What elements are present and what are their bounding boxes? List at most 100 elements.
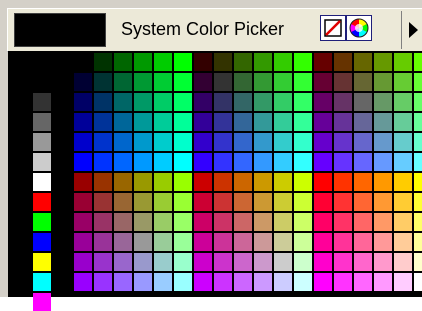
palette-swatch[interactable] — [154, 133, 172, 151]
palette-swatch[interactable] — [254, 113, 272, 131]
palette-swatch[interactable] — [394, 233, 412, 251]
palette-swatch[interactable] — [134, 273, 152, 291]
palette-swatch[interactable] — [354, 213, 372, 231]
palette-swatch[interactable] — [274, 213, 292, 231]
palette-swatch[interactable] — [174, 233, 192, 251]
palette-swatch[interactable] — [154, 173, 172, 191]
palette-swatch[interactable] — [254, 273, 272, 291]
palette-swatch[interactable] — [94, 213, 112, 231]
palette-swatch[interactable] — [74, 53, 92, 71]
system-swatch[interactable] — [33, 293, 51, 311]
palette-swatch[interactable] — [214, 193, 232, 211]
palette-swatch[interactable] — [214, 273, 232, 291]
system-swatch[interactable] — [33, 113, 51, 131]
palette-swatch[interactable] — [294, 233, 312, 251]
palette-swatch[interactable] — [94, 53, 112, 71]
palette-swatch[interactable] — [74, 193, 92, 211]
palette-swatch[interactable] — [74, 93, 92, 111]
palette-swatch[interactable] — [274, 193, 292, 211]
palette-swatch[interactable] — [254, 193, 272, 211]
palette-swatch[interactable] — [314, 153, 332, 171]
palette-swatch[interactable] — [134, 213, 152, 231]
palette-swatch[interactable] — [414, 193, 422, 211]
palette-swatch[interactable] — [194, 133, 212, 151]
palette-swatch[interactable] — [314, 213, 332, 231]
palette-swatch[interactable] — [74, 253, 92, 271]
palette-swatch[interactable] — [294, 113, 312, 131]
system-swatch[interactable] — [33, 193, 51, 211]
palette-swatch[interactable] — [414, 93, 422, 111]
palette-swatch[interactable] — [414, 233, 422, 251]
palette-swatch[interactable] — [234, 193, 252, 211]
palette-swatch[interactable] — [274, 253, 292, 271]
palette-swatch[interactable] — [414, 133, 422, 151]
palette-swatch[interactable] — [274, 53, 292, 71]
palette-swatch[interactable] — [374, 273, 392, 291]
palette-swatch[interactable] — [374, 153, 392, 171]
palette-swatch[interactable] — [274, 153, 292, 171]
palette-swatch[interactable] — [334, 173, 352, 191]
palette-swatch[interactable] — [374, 213, 392, 231]
palette-swatch[interactable] — [314, 273, 332, 291]
palette-swatch[interactable] — [214, 213, 232, 231]
palette-swatch[interactable] — [414, 113, 422, 131]
palette-swatch[interactable] — [274, 93, 292, 111]
palette-swatch[interactable] — [154, 193, 172, 211]
palette-swatch[interactable] — [254, 153, 272, 171]
palette-swatch[interactable] — [74, 213, 92, 231]
palette-swatch[interactable] — [314, 93, 332, 111]
palette-swatch[interactable] — [134, 253, 152, 271]
palette-swatch[interactable] — [294, 73, 312, 91]
palette-swatch[interactable] — [314, 133, 332, 151]
palette-swatch[interactable] — [314, 173, 332, 191]
palette-swatch[interactable] — [214, 93, 232, 111]
palette-swatch[interactable] — [274, 73, 292, 91]
palette-swatch[interactable] — [134, 133, 152, 151]
palette-swatch[interactable] — [414, 153, 422, 171]
palette-swatch[interactable] — [334, 213, 352, 231]
palette-swatch[interactable] — [194, 273, 212, 291]
palette-swatch[interactable] — [214, 73, 232, 91]
palette-swatch[interactable] — [334, 53, 352, 71]
palette-swatch[interactable] — [354, 273, 372, 291]
palette-swatch[interactable] — [354, 253, 372, 271]
palette-swatch[interactable] — [354, 233, 372, 251]
palette-swatch[interactable] — [174, 273, 192, 291]
palette-swatch[interactable] — [294, 273, 312, 291]
palette-swatch[interactable] — [414, 173, 422, 191]
palette-swatch[interactable] — [374, 133, 392, 151]
palette-swatch[interactable] — [114, 233, 132, 251]
system-swatch[interactable] — [33, 73, 51, 91]
palette-swatch[interactable] — [334, 73, 352, 91]
palette-swatch[interactable] — [114, 93, 132, 111]
palette-swatch[interactable] — [394, 153, 412, 171]
palette-swatch[interactable] — [414, 273, 422, 291]
palette-swatch[interactable] — [394, 93, 412, 111]
palette-swatch[interactable] — [374, 173, 392, 191]
palette-swatch[interactable] — [94, 153, 112, 171]
palette-swatch[interactable] — [134, 193, 152, 211]
palette-swatch[interactable] — [154, 53, 172, 71]
palette-swatch[interactable] — [294, 173, 312, 191]
palette-swatch[interactable] — [234, 113, 252, 131]
palette-swatch[interactable] — [74, 233, 92, 251]
palette-swatch[interactable] — [114, 213, 132, 231]
palette-swatch[interactable] — [374, 53, 392, 71]
palette-swatch[interactable] — [114, 133, 132, 151]
palette-swatch[interactable] — [394, 213, 412, 231]
palette-swatch[interactable] — [194, 73, 212, 91]
palette-swatch[interactable] — [294, 213, 312, 231]
next-button[interactable] — [401, 11, 422, 49]
palette-swatch[interactable] — [394, 133, 412, 151]
palette-swatch[interactable] — [394, 113, 412, 131]
palette-swatch[interactable] — [414, 213, 422, 231]
palette-swatch[interactable] — [94, 193, 112, 211]
palette-swatch[interactable] — [354, 133, 372, 151]
palette-swatch[interactable] — [334, 113, 352, 131]
palette-swatch[interactable] — [114, 113, 132, 131]
palette-swatch[interactable] — [154, 153, 172, 171]
system-swatch[interactable] — [33, 273, 51, 291]
palette-swatch[interactable] — [334, 253, 352, 271]
palette-swatch[interactable] — [194, 53, 212, 71]
palette-swatch[interactable] — [194, 113, 212, 131]
